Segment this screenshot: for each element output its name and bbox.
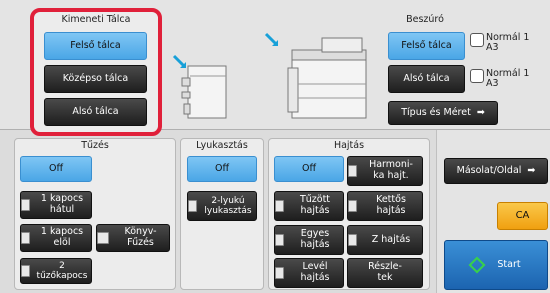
staple-one-back[interactable]: 1 kapocs hátul <box>20 191 92 219</box>
lower-paper-text: Normál 1 A3 <box>486 68 530 90</box>
fold-single[interactable]: Egyes hajtás <box>274 225 344 255</box>
upper-paper-info: Normál 1 A3 <box>470 32 530 54</box>
start-button[interactable]: Start <box>444 240 548 290</box>
fold-letter[interactable]: Levél hajtás <box>274 258 344 288</box>
type-size-button[interactable]: Típus és Méret ➡ <box>388 101 498 125</box>
punch-title: Lyukasztás <box>196 140 248 151</box>
fold-z[interactable]: Z hajtás <box>347 225 423 255</box>
lower-paper-info: Normál 1 A3 <box>470 68 530 90</box>
arrow-right-icon: ➡ <box>527 164 536 176</box>
fold-icon <box>348 200 357 212</box>
punch-off[interactable]: Off <box>187 156 257 182</box>
output-tray-title: Kimeneti Tálca <box>61 14 131 25</box>
copy-side-label: Másolat/Oldal <box>456 164 522 176</box>
output-tray-upper[interactable]: Felső tálca <box>44 32 147 60</box>
output-tray-lower[interactable]: Alsó tálca <box>44 98 147 126</box>
stapling-title: Tűzés <box>81 140 109 151</box>
book-icon <box>97 232 109 244</box>
fold-accordion[interactable]: Harmoni- ka hajt. <box>347 156 423 186</box>
fold-detail[interactable]: Részle- tek <box>347 258 423 288</box>
start-icon <box>468 256 486 274</box>
stapling-off[interactable]: Off <box>20 156 92 182</box>
start-label: Start <box>497 258 521 270</box>
printer-illustration <box>262 28 382 124</box>
finisher-icon <box>172 54 227 119</box>
fold-off[interactable]: Off <box>274 156 344 182</box>
printer-icon <box>264 32 367 119</box>
finisher-illustration <box>172 52 232 122</box>
staple-icon <box>21 265 30 277</box>
copy-side-button[interactable]: Másolat/Oldal ➡ <box>444 158 548 184</box>
input-tray-title: Beszúró <box>406 14 444 25</box>
ca-button[interactable]: CA <box>497 202 548 230</box>
punch-two-hole[interactable]: 2-lyukú lyukasztás <box>187 191 257 221</box>
staple-icon <box>21 232 30 244</box>
type-size-label: Típus és Méret <box>401 106 471 118</box>
fold-icon <box>275 200 284 212</box>
output-tray-middle[interactable]: Középso tálca <box>44 65 147 93</box>
punch-icon <box>188 200 197 212</box>
fold-title: Hajtás <box>333 140 365 151</box>
fold-double[interactable]: Kettős hajtás <box>347 191 423 221</box>
paper-hand-icon <box>470 33 484 47</box>
staple-book[interactable]: Könyv- Fűzés <box>96 224 170 252</box>
paper-hand-icon <box>470 69 484 83</box>
fold-saddle[interactable]: Tűzött hajtás <box>274 191 344 221</box>
input-tray-lower[interactable]: Alsó tálca <box>388 65 465 93</box>
staple-two[interactable]: 2 tűzőkapocs <box>20 258 92 284</box>
fold-icon <box>348 234 357 246</box>
input-tray-upper[interactable]: Felső tálca <box>388 32 465 60</box>
fold-icon <box>275 234 284 246</box>
staple-one-front[interactable]: 1 kapocs elöl <box>20 224 92 252</box>
fold-icon <box>275 267 284 279</box>
staple-icon <box>21 199 30 211</box>
upper-paper-text: Normál 1 A3 <box>486 32 530 54</box>
fold-icon <box>348 165 357 177</box>
arrow-right-icon: ➡ <box>476 106 485 118</box>
